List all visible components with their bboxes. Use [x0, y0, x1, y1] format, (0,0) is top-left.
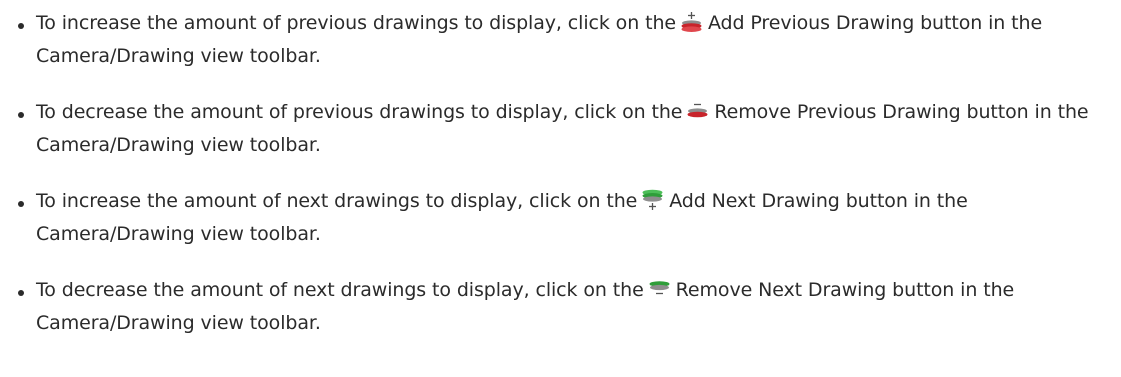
- item-text-before: To decrease the amount of previous drawi…: [36, 101, 683, 123]
- list-item-remove-previous: To decrease the amount of previous drawi…: [0, 96, 1121, 161]
- item-text-before: To increase the amount of previous drawi…: [36, 12, 676, 34]
- remove-previous-drawing-icon: [686, 100, 709, 122]
- bullet-dot: [18, 201, 24, 207]
- list-item-add-next: To increase the amount of next drawings …: [0, 185, 1121, 250]
- bullet-dot: [18, 112, 24, 118]
- add-next-drawing-icon: [641, 189, 664, 211]
- help-document: To increase the amount of previous drawi…: [0, 0, 1121, 377]
- bullet-dot: [18, 23, 24, 29]
- remove-next-drawing-icon: [648, 278, 671, 300]
- list-item-add-previous: To increase the amount of previous drawi…: [0, 7, 1121, 72]
- item-text-before: To decrease the amount of next drawings …: [36, 279, 644, 301]
- list-item-remove-next: To decrease the amount of next drawings …: [0, 274, 1121, 339]
- bullet-dot: [18, 290, 24, 296]
- add-previous-drawing-icon: [680, 11, 703, 33]
- bullet-list: To increase the amount of previous drawi…: [0, 7, 1121, 339]
- item-text-before: To increase the amount of next drawings …: [36, 190, 638, 212]
